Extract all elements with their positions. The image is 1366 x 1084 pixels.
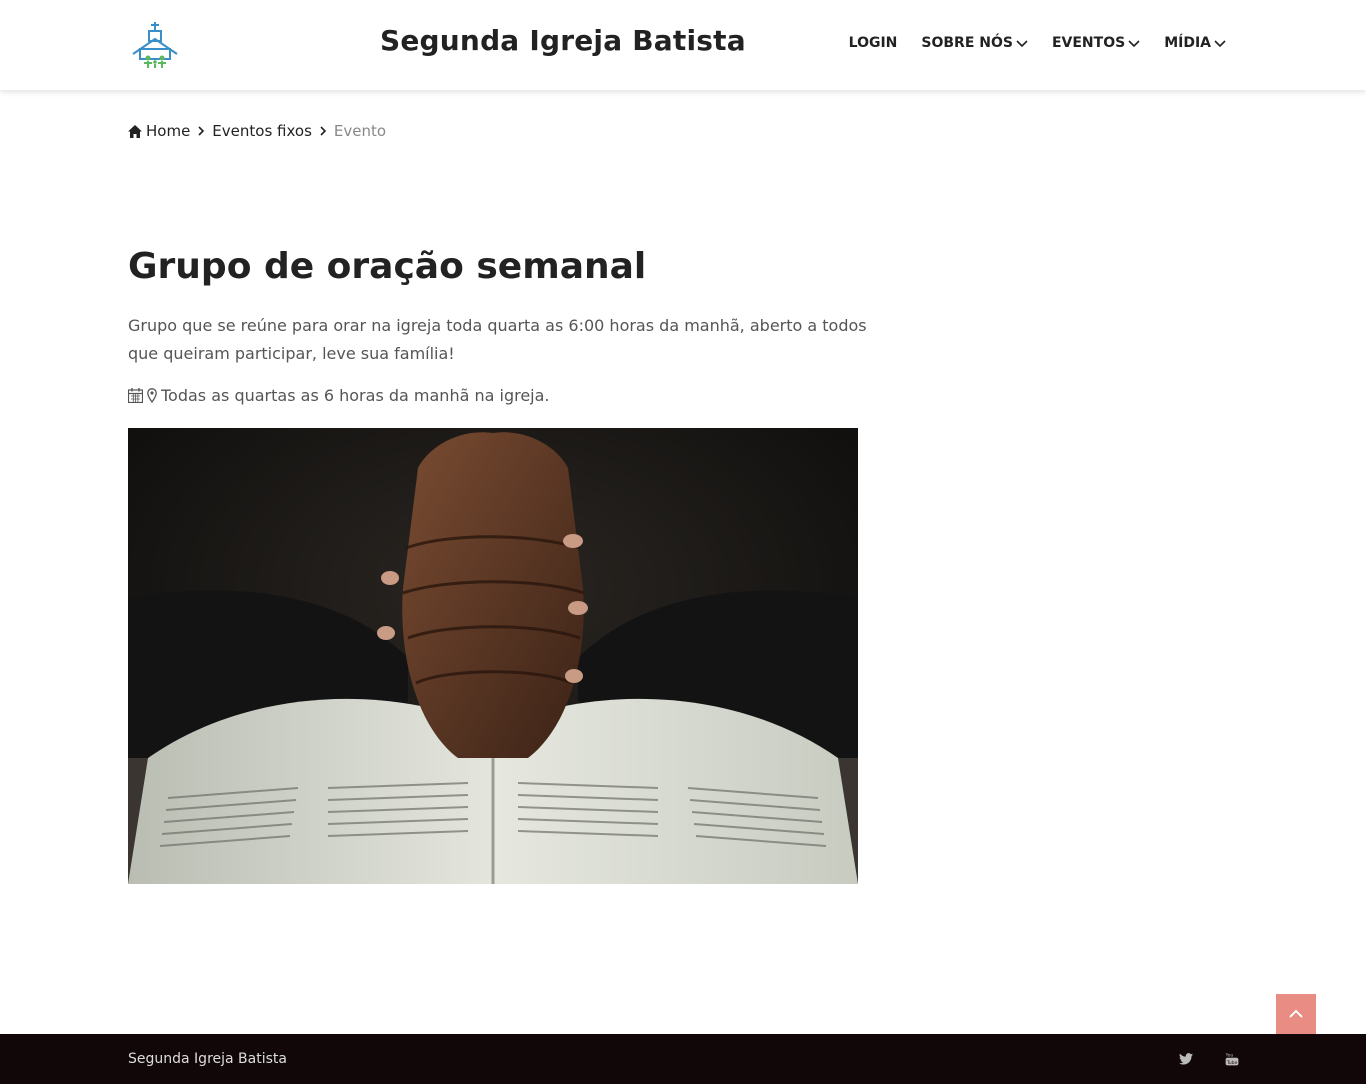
main-nav: LOGIN SOBRE NÓS EVENTOS MÍDIA [849, 35, 1226, 51]
page-title: Grupo de oração semanal [128, 246, 647, 287]
breadcrumb-eventos-fixos[interactable]: Eventos fixos [212, 122, 312, 140]
chevron-right-icon [198, 126, 205, 136]
nav-login[interactable]: LOGIN [849, 35, 898, 51]
chevron-down-icon [1214, 40, 1226, 48]
svg-text:You: You [1225, 1052, 1233, 1058]
nav-midia-label: MÍDIA [1164, 35, 1211, 51]
svg-text:Tube: Tube [1226, 1060, 1238, 1066]
chevron-down-icon [1016, 40, 1028, 48]
nav-midia[interactable]: MÍDIA [1164, 35, 1226, 51]
youtube-icon[interactable]: You Tube [1225, 1052, 1239, 1066]
twitter-icon[interactable] [1179, 1052, 1193, 1066]
event-schedule: Todas as quartas as 6 horas da manhã na … [128, 386, 550, 405]
chevron-down-icon [1128, 40, 1140, 48]
calendar-icon [128, 388, 143, 403]
home-icon [128, 124, 142, 138]
praying-hands-bible-image [128, 428, 858, 884]
back-to-top-button[interactable] [1276, 994, 1316, 1034]
church-logo-icon[interactable] [129, 20, 181, 70]
site-title[interactable]: Segunda Igreja Batista [380, 24, 746, 57]
chevron-right-icon [320, 126, 327, 136]
nav-sobre-nos[interactable]: SOBRE NÓS [921, 35, 1028, 51]
site-header: Segunda Igreja Batista LOGIN SOBRE NÓS E… [0, 0, 1366, 90]
footer-text: Segunda Igreja Batista [128, 1051, 287, 1067]
map-marker-icon [147, 388, 157, 403]
event-schedule-text: Todas as quartas as 6 horas da manhã na … [161, 386, 550, 405]
nav-sobre-nos-label: SOBRE NÓS [921, 35, 1013, 51]
nav-eventos-label: EVENTOS [1051, 35, 1126, 51]
event-description: Grupo que se reúne para orar na igreja t… [128, 316, 867, 363]
nav-login-label: LOGIN [848, 35, 898, 51]
site-footer: Segunda Igreja Batista You Tube [0, 1034, 1366, 1084]
breadcrumb-home[interactable]: Home [128, 122, 190, 140]
breadcrumb: Home Eventos fixos Evento [128, 122, 386, 140]
breadcrumb-current: Evento [333, 122, 387, 140]
chevron-up-icon [1289, 1009, 1303, 1018]
breadcrumb-home-label: Home [146, 122, 191, 140]
nav-eventos[interactable]: EVENTOS [1052, 35, 1140, 51]
